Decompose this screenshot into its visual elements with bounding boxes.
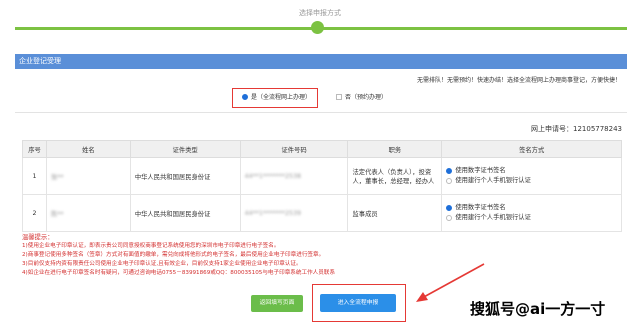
proceed-online-button[interactable]: 进入全流程申报 — [320, 294, 396, 312]
progress-dot — [311, 21, 324, 34]
table-header-row: 序号 姓名 证件类型 证件号码 职务 签名方式 — [22, 140, 622, 158]
col-header: 职务 — [347, 140, 443, 158]
watermark: 搜狐号@ai一方一寸 — [470, 300, 606, 318]
sig-option-label: 使用数字证书签名 — [455, 167, 506, 174]
col-header: 姓名 — [45, 140, 131, 158]
row-index: 1 — [22, 157, 47, 195]
row-role: 法定代表人（负责人），投资人，董事长，总经理，经办人 — [347, 157, 443, 195]
highlight-box-option — [232, 88, 318, 108]
divider — [15, 112, 627, 113]
row-signature: 使用数字证书签名 使用建行个人手机银行认证 — [441, 194, 622, 232]
row-id-type: 中华人民共和国居民身份证 — [129, 157, 241, 195]
signer-table: 序号 姓名 证件类型 证件号码 职务 签名方式 1 张** 中华人民共和国居民身… — [22, 140, 622, 232]
panel-title: 企业登记受理 — [15, 54, 627, 69]
col-header: 证件号码 — [239, 140, 349, 158]
sig-option-label: 使用建行个人手机银行认证 — [455, 177, 531, 184]
application-number-label: 网上申请号： — [531, 125, 573, 133]
radio-empty-icon[interactable] — [446, 178, 453, 184]
row-name: 陈** — [45, 194, 131, 232]
row-role: 监事成员 — [347, 194, 443, 232]
row-id-number: 44**1*******2538 — [239, 157, 349, 195]
col-header: 签名方式 — [441, 140, 622, 158]
row-name-value: 陈** — [50, 210, 64, 218]
checkbox-empty-icon[interactable] — [336, 93, 342, 100]
row-signature: 使用数字证书签名 使用建行个人手机银行认证 — [441, 157, 622, 195]
row-id-number: 44**1*******2539 — [239, 194, 349, 232]
warning-item: 1)使用企业电子印章认证，即表示贵公司同意授权商事登记系统使用您的深圳市电子印章… — [22, 243, 280, 249]
sig-option-bank[interactable]: 使用建行个人手机银行认证 — [446, 176, 617, 186]
warning-item: 2)商事登记使用多种签名（签章）方式对有面值的缴单，需兑向成将他形式的电子签名，… — [22, 252, 325, 258]
option-offline[interactable]: 否（预约办理） — [336, 92, 387, 101]
row-id-number-value: 44**1*******2539 — [244, 209, 301, 217]
col-header: 证件类型 — [129, 140, 241, 158]
sig-option-cert[interactable]: 使用数字证书签名 — [446, 166, 617, 176]
radio-empty-icon[interactable] — [446, 215, 453, 221]
notice-text: 无需排队！无需预约！快速办结！选择全流程网上办理商事登记，方便快捷！ — [416, 77, 621, 84]
radio-checked-icon[interactable] — [446, 205, 453, 211]
row-name-value: 张** — [50, 173, 64, 181]
back-to-edit-button[interactable]: 返回填写页面 — [251, 295, 303, 312]
sig-option-cert[interactable]: 使用数字证书签名 — [446, 203, 617, 213]
sig-option-label: 使用数字证书签名 — [455, 204, 506, 211]
row-id-type: 中华人民共和国居民身份证 — [129, 194, 241, 232]
application-number: 网上申请号：12105778243 — [400, 124, 622, 134]
row-index: 2 — [22, 194, 47, 232]
application-number-value: 12105778243 — [573, 125, 622, 133]
table-row: 1 张** 中华人民共和国居民身份证 44**1*******2538 法定代表… — [22, 157, 622, 195]
row-name: 张** — [45, 157, 131, 195]
warning-title: 温馨提示： — [22, 234, 54, 241]
col-header: 序号 — [22, 140, 47, 158]
row-id-number-value: 44**1*******2538 — [244, 172, 301, 180]
step-title: 选择申报方式 — [299, 9, 341, 17]
table-row: 2 陈** 中华人民共和国居民身份证 44**1*******2539 监事成员… — [22, 194, 622, 232]
sig-option-bank[interactable]: 使用建行个人手机银行认证 — [446, 213, 617, 223]
sig-option-label: 使用建行个人手机银行认证 — [455, 214, 531, 221]
option-offline-label: 否（预约办理） — [345, 94, 388, 101]
radio-checked-icon[interactable] — [446, 168, 453, 174]
